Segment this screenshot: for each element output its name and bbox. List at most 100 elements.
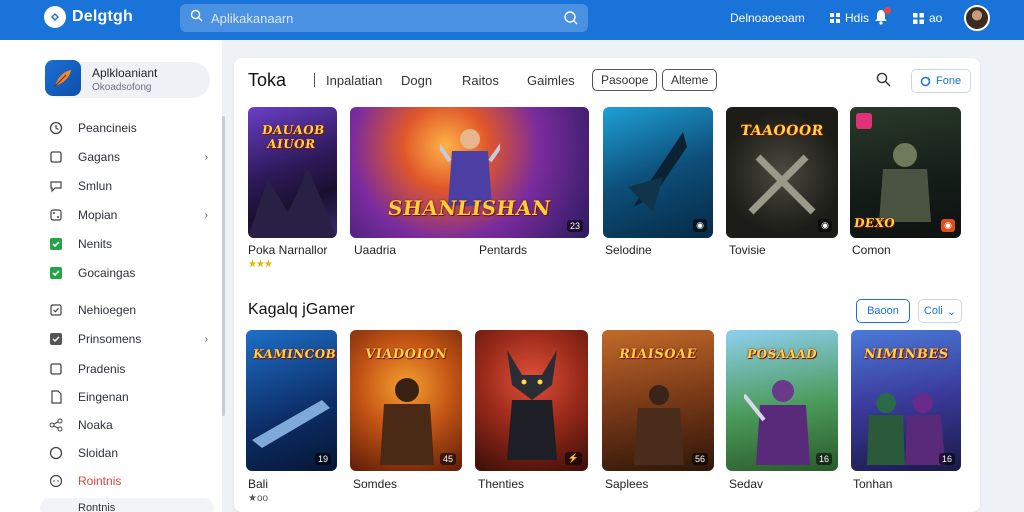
dropdown-label: Coli	[923, 305, 943, 317]
game-title[interactable]: Bali	[248, 477, 268, 491]
game-card[interactable]: TAAOOOR ◉	[726, 107, 838, 238]
game-title[interactable]: Somdes	[353, 477, 397, 491]
profile-name: Aplkloaniant	[92, 66, 158, 80]
top-bar: Delgtgh Delnoaoeoam Hdis ao	[0, 0, 1024, 40]
game-title[interactable]: Saplees	[605, 477, 648, 491]
tab-dogn[interactable]: Dogn	[401, 73, 432, 88]
sidebar-item-sloidan[interactable]: Sloidan	[48, 442, 218, 464]
game-badge: ◉	[818, 219, 832, 232]
chevron-right-icon: ›	[204, 333, 208, 345]
sidebar-item-smlun[interactable]: Smlun	[48, 175, 218, 197]
game-title[interactable]: Pentards	[479, 243, 527, 257]
sidebar-item-label: Sloidan	[78, 446, 119, 460]
game-card-featured[interactable]: SHANLISHAN 23	[350, 107, 589, 238]
game-banner: POSAAAD	[746, 346, 818, 361]
doc-icon	[48, 389, 64, 405]
app-badge-icon	[856, 113, 872, 129]
tool-button[interactable]: Fone	[911, 69, 971, 93]
profile-logo	[45, 60, 81, 96]
grid-label: Hdis	[845, 11, 870, 25]
game-card[interactable]: VIADOION 45	[350, 330, 462, 471]
clock-icon	[48, 120, 64, 136]
notifications-link[interactable]: ao	[912, 11, 942, 25]
section-dropdown-button[interactable]: Coli ⌄	[918, 299, 962, 323]
sidebar-item-label: Prinsomens	[78, 332, 142, 346]
game-card[interactable]: POSAAAD 16	[726, 330, 838, 471]
game-card[interactable]: ◉	[603, 107, 713, 238]
game-badge: 23	[566, 220, 583, 232]
sidebar-item-gocaingas[interactable]: Gocaingas	[48, 262, 218, 284]
circle-icon	[48, 445, 64, 461]
warrior-art	[380, 378, 434, 465]
game-card[interactable]: DAUAOB AIUOR	[248, 107, 337, 238]
game-banner: KAMINCOBS	[252, 346, 337, 361]
search-icon	[190, 9, 203, 27]
dice-icon	[48, 207, 64, 223]
sidebar-item-label: Noaka	[78, 418, 113, 432]
game-banner: SHANLISHAN	[386, 196, 553, 220]
game-badge: ◉	[693, 219, 707, 232]
gun-art	[252, 400, 330, 448]
chevron-down-icon: ⌄	[946, 305, 957, 318]
game-badge: ⚡	[564, 452, 582, 465]
game-title[interactable]: Uaadria	[354, 243, 396, 257]
section-primary-button[interactable]: Baoon	[856, 299, 910, 323]
app-logo[interactable]: Delgtgh	[44, 6, 133, 28]
scan-icon[interactable]	[563, 10, 578, 30]
game-title[interactable]: Selodine	[605, 243, 652, 257]
user-avatar[interactable]	[964, 5, 990, 31]
game-title[interactable]: Comon	[852, 243, 891, 257]
game-rating: ★oo	[248, 493, 269, 504]
check-box-icon	[48, 331, 64, 347]
app-name: Delgtgh	[72, 8, 133, 25]
notifications-label: ao	[929, 11, 943, 25]
grid-link[interactable]: Hdis	[830, 11, 869, 25]
sidebar-item-eingenan[interactable]: Eingenan	[48, 386, 218, 408]
account-link[interactable]: Delnoaoeoam	[730, 11, 805, 25]
sidebar-item-label: Mopian	[78, 208, 118, 222]
sidebar-item-gagans[interactable]: Gagans ›	[48, 146, 218, 168]
game-title[interactable]: Tonhan	[853, 477, 892, 491]
game-title[interactable]: Poka Narnallor	[248, 243, 327, 257]
tab-inpalatian[interactable]: Inpalatian	[326, 73, 382, 88]
game-title[interactable]: Thenties	[478, 477, 524, 491]
game-title[interactable]: Sedav	[729, 477, 763, 491]
tab-pasoope[interactable]: Pasoope	[592, 69, 658, 91]
game-card[interactable]: RIAISOAE 56	[602, 330, 714, 471]
game-card[interactable]: ⚡	[475, 330, 588, 471]
app-logo-icon	[44, 6, 66, 28]
chevron-right-icon: ›	[204, 151, 208, 163]
section-title: Kagalq jGamer	[248, 301, 355, 318]
game-banner: VIADOION	[363, 346, 449, 362]
sidebar-item-pradenis[interactable]: Pradenis	[48, 358, 218, 380]
search-input[interactable]	[211, 10, 578, 26]
panel-search-icon[interactable]	[876, 72, 891, 92]
tab-raitos[interactable]: Raitos	[462, 73, 499, 88]
tab-gaimles[interactable]: Gaimles	[527, 73, 575, 88]
sidebar-item-label: Gocaingas	[78, 266, 136, 280]
tab-alteme[interactable]: Alteme	[662, 69, 718, 91]
game-banner: DEXO	[853, 216, 897, 230]
sidebar-item-prinsomens[interactable]: Prinsomens ›	[48, 328, 218, 350]
sidebar-item-peancineis[interactable]: Peancineis	[48, 117, 218, 139]
game-banner: DAUAOB AIUOR	[261, 122, 326, 151]
game-card[interactable]: KAMINCOBS 19	[246, 330, 337, 471]
sidebar-item-rontnis[interactable]: Rontnis	[40, 498, 214, 512]
square-icon	[48, 149, 64, 165]
game-card[interactable]: DEXO ◉	[850, 107, 961, 238]
game-banner: RIAISOAE	[618, 346, 698, 362]
sidebar: Aplkloaniant Okoadsofong Peancineis Gaga…	[0, 40, 222, 512]
sidebar-item-mopian[interactable]: Mopian ›	[48, 204, 218, 226]
weapons-art	[748, 154, 816, 215]
game-banner: TAAOOOR	[739, 122, 825, 139]
sidebar-item-nehioegen[interactable]: Nehioegen	[48, 299, 218, 321]
game-title[interactable]: Tovisie	[729, 243, 766, 257]
sidebar-scrollbar[interactable]	[222, 116, 225, 416]
game-badge: 19	[314, 453, 331, 465]
tool-button-label: Fone	[936, 75, 962, 87]
sidebar-item-nenits[interactable]: Nenits	[48, 233, 218, 255]
sidebar-item-rointnis[interactable]: Rointnis	[48, 470, 218, 492]
grid-icon	[830, 12, 840, 23]
sidebar-item-noaka[interactable]: Noaka	[48, 414, 218, 436]
game-card[interactable]: NIMINBES 16	[851, 330, 961, 471]
